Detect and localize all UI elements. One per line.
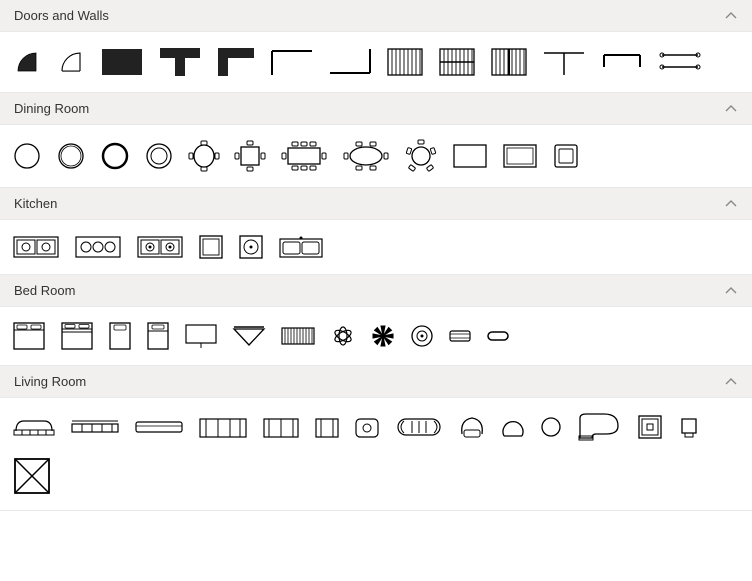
sofa-round-long-icon[interactable] [394,415,444,439]
table-round-1-icon[interactable] [12,141,42,171]
stove-double-knobs-icon[interactable] [12,235,60,259]
sofa-modern-2-icon[interactable] [70,418,120,436]
table-rect-plain-icon[interactable] [452,143,488,169]
shapes-row-bed-room [0,307,752,365]
bed-double-icon[interactable] [12,321,46,351]
stove-grill-double-icon[interactable] [136,235,184,259]
door-swing-icon[interactable] [56,47,86,77]
sink-double-icon[interactable] [278,235,324,259]
table-oval-chairs-icon[interactable] [342,140,390,172]
section-header-kitchen[interactable]: Kitchen [0,188,752,220]
ceiling-light-icon[interactable] [410,324,434,348]
rug-oval-icon[interactable] [486,329,510,343]
counter-square-icon[interactable] [198,234,224,260]
wall-l-up-icon[interactable] [216,46,256,78]
shapes-row-dining-room [0,125,752,187]
table-round-2-icon[interactable] [56,141,86,171]
piano-grand-icon[interactable] [576,412,622,442]
sofa-3seat-icon[interactable] [198,415,248,439]
section-doors-walls: Doors and Walls [0,0,752,93]
wall-t-line-icon[interactable] [542,47,586,77]
rug-lines-icon[interactable] [448,329,472,343]
table-round-4-icon[interactable] [144,141,174,171]
shapes-row-doors-walls [0,32,752,92]
section-title: Dining Room [14,101,89,116]
armchair-icon[interactable] [314,415,340,439]
desk-icon[interactable] [184,323,218,349]
tv-small-icon[interactable] [678,415,700,439]
bed-single-1-icon[interactable] [108,321,132,351]
round-ottoman-icon[interactable] [540,416,562,438]
sofa-modern-3-icon[interactable] [134,418,184,436]
window-panel-3-icon[interactable] [490,47,528,77]
section-title: Living Room [14,374,86,389]
sofa-2seat-icon[interactable] [262,415,300,439]
armchair-oval-icon[interactable] [354,415,380,439]
table-rect-border-icon[interactable] [502,143,538,169]
chevron-up-icon [724,284,738,298]
fan-sharp-icon[interactable] [370,323,396,349]
section-header-dining-room[interactable]: Dining Room [0,93,752,125]
wall-corner-br-icon[interactable] [328,47,372,77]
chevron-up-icon [724,102,738,116]
stove-single-knobs-icon[interactable] [74,235,122,259]
section-living-room: Living Room [0,366,752,511]
table-round-5-chairs-icon[interactable] [404,139,438,173]
fan-4-icon[interactable] [330,323,356,349]
section-header-doors-walls[interactable]: Doors and Walls [0,0,752,32]
double-door-lines-icon[interactable] [658,49,702,75]
chevron-up-icon [724,197,738,211]
wall-corner-tl-icon[interactable] [270,47,314,77]
tv-set-icon[interactable] [636,413,664,441]
section-title: Bed Room [14,283,75,298]
counter-sq-circle-icon[interactable] [238,234,264,260]
shapes-row-living-room [0,398,752,510]
section-header-living-room[interactable]: Living Room [0,366,752,398]
table-square-hollow-icon[interactable] [552,142,580,170]
armchair-bucket-2-icon[interactable] [500,414,526,440]
section-kitchen: Kitchen [0,188,752,275]
lamp-triangle-icon[interactable] [232,325,266,347]
section-bed-room: Bed Room [0,275,752,366]
opening-bracket-icon[interactable] [600,51,644,73]
armchair-bucket-1-icon[interactable] [458,414,486,440]
chevron-up-icon [724,9,738,23]
wall-t-down-icon[interactable] [158,46,202,78]
table-square-chairs-icon[interactable] [234,140,266,172]
section-dining-room: Dining Room [0,93,752,188]
table-round-chairs-icon[interactable] [188,140,220,172]
door-arc-icon[interactable] [12,47,42,77]
table-round-3-icon[interactable] [100,141,130,171]
bed-double-stripe-icon[interactable] [60,321,94,351]
bed-single-2-icon[interactable] [146,321,170,351]
window-x-icon[interactable] [12,456,52,496]
section-title: Kitchen [14,196,57,211]
radiator-icon[interactable] [280,326,316,346]
sofa-modern-1-icon[interactable] [12,417,56,437]
wall-solid-icon[interactable] [100,47,144,77]
table-rect-6-chairs-icon[interactable] [280,140,328,172]
chevron-up-icon [724,375,738,389]
section-title: Doors and Walls [14,8,109,23]
shapes-row-kitchen [0,220,752,274]
window-panel-2-icon[interactable] [438,47,476,77]
window-panel-1-icon[interactable] [386,47,424,77]
section-header-bed-room[interactable]: Bed Room [0,275,752,307]
